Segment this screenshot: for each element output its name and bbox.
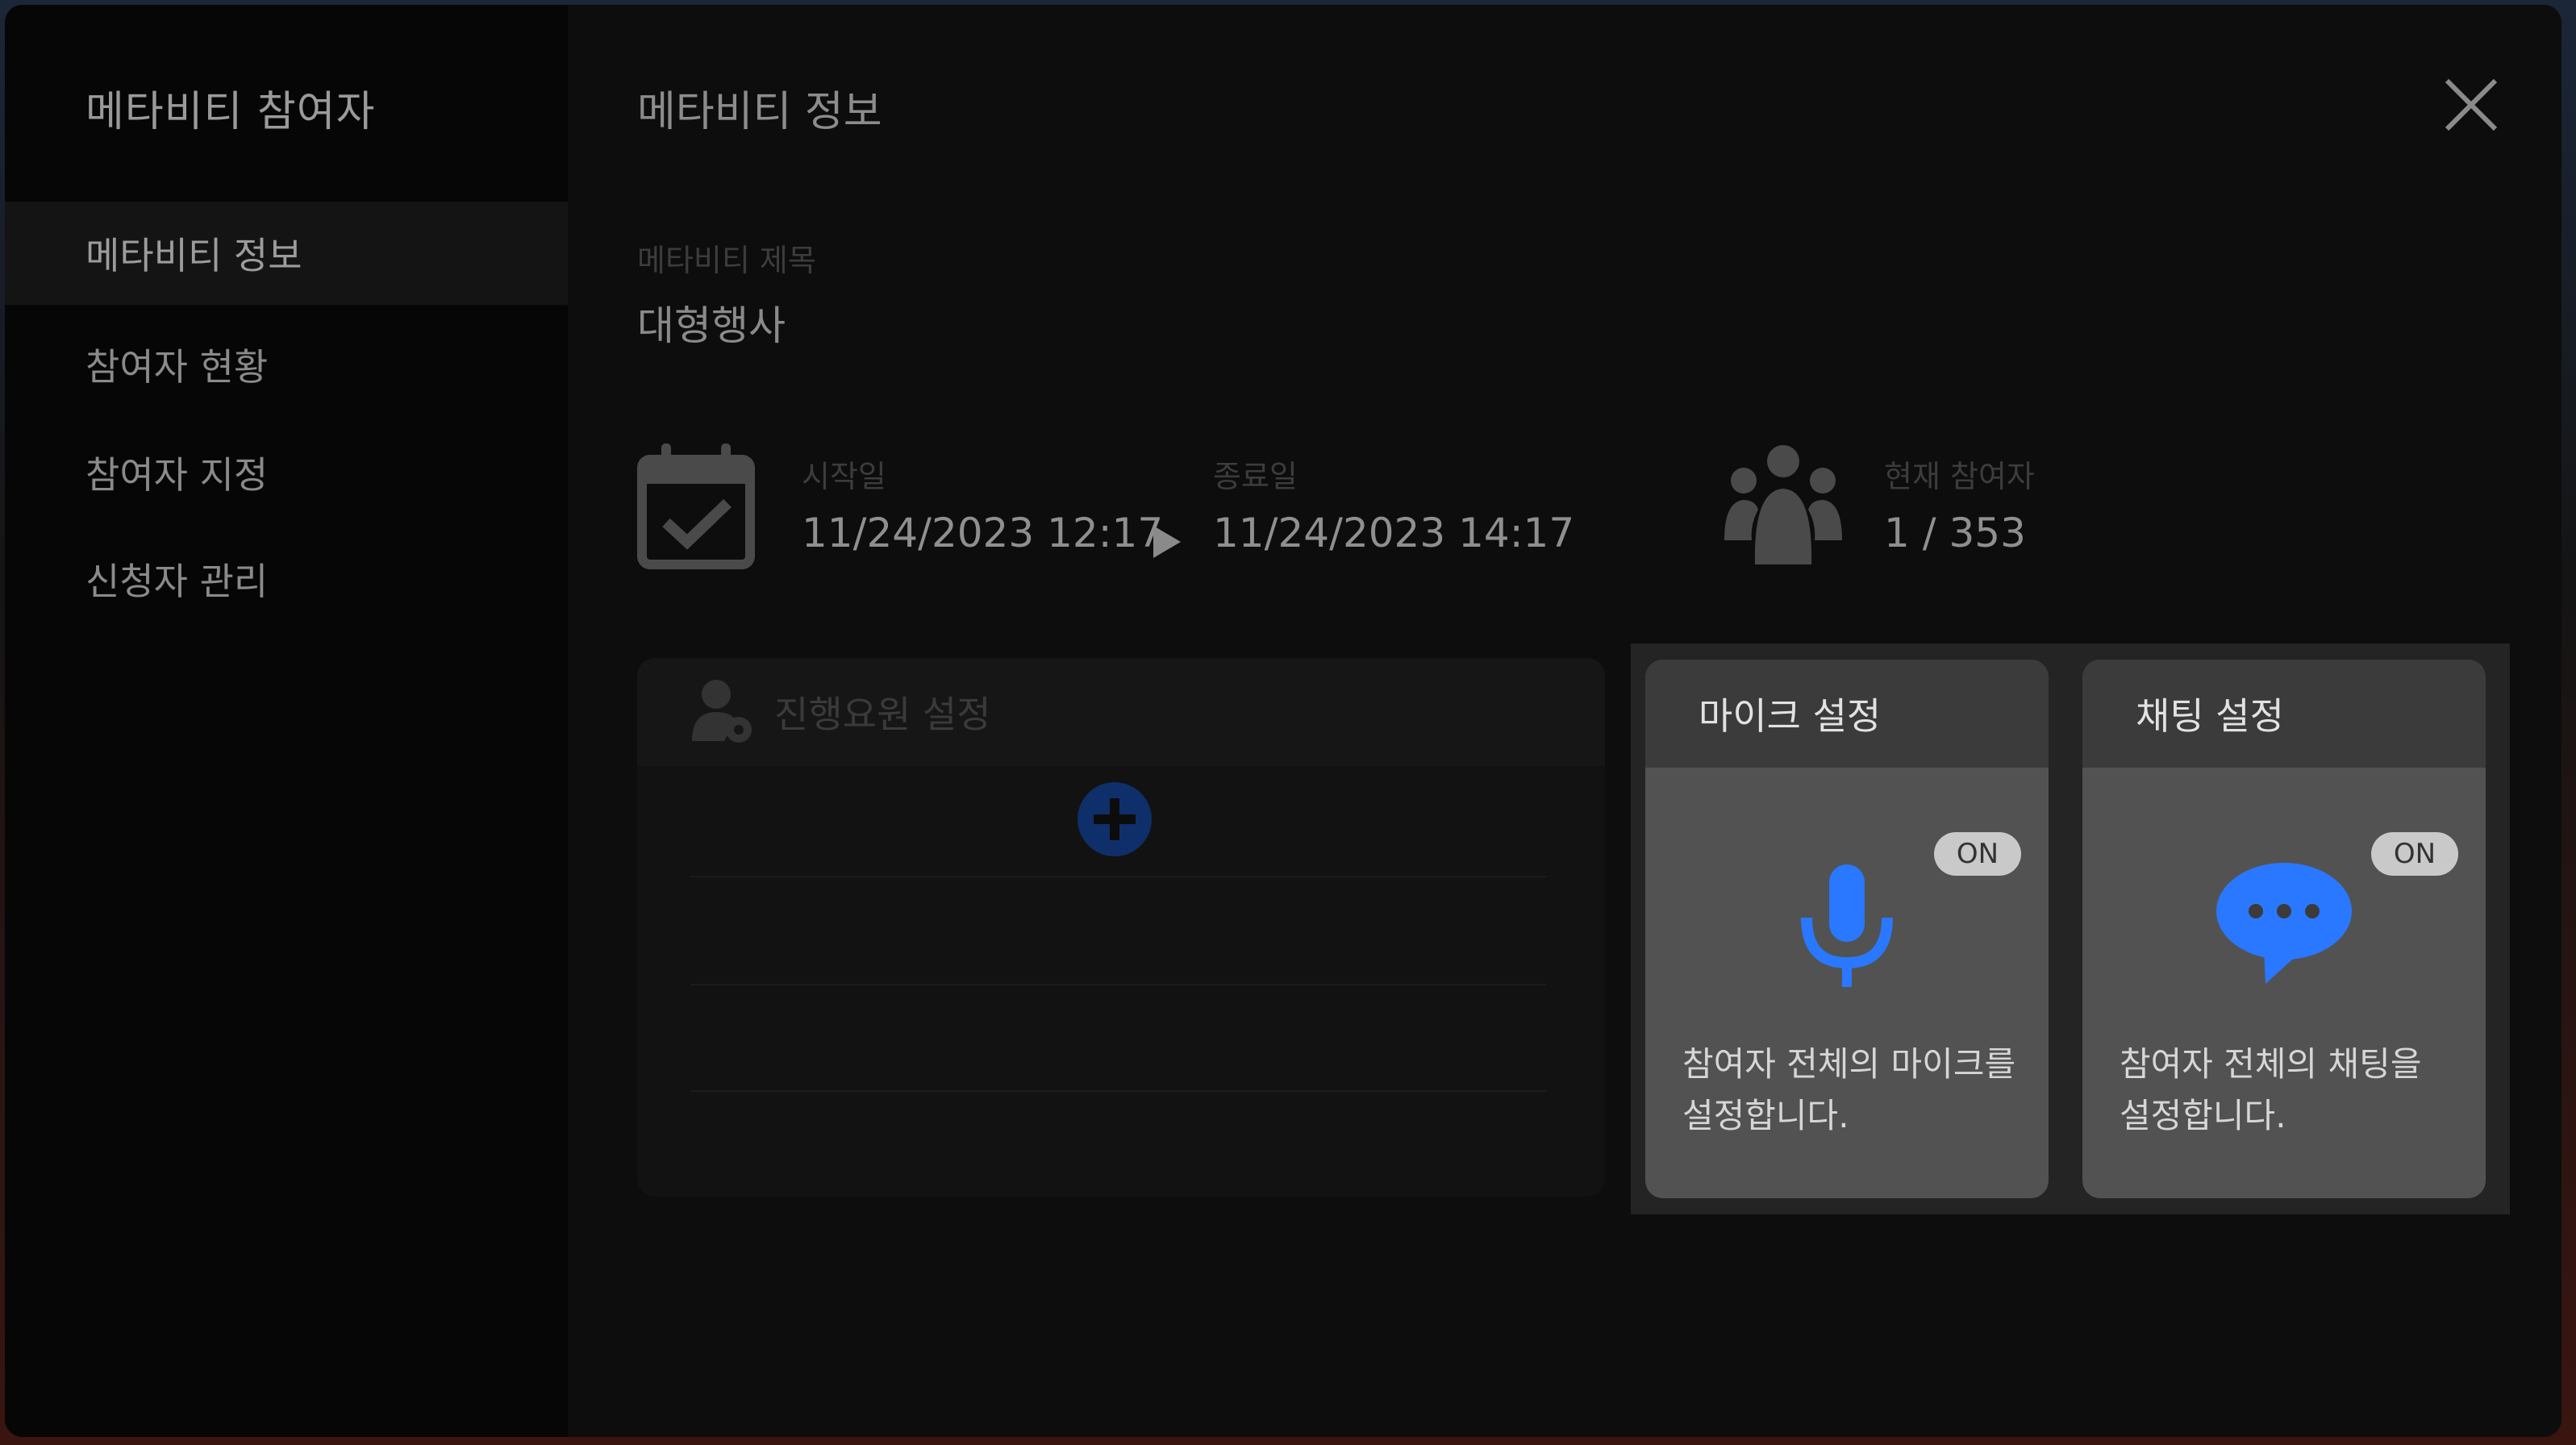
staff-row-divider [690,876,1547,877]
end-date-label: 종료일 [1213,459,1298,494]
chat-bubble-icon [2082,861,2486,987]
sidebar-item-label: 참여자 현황 [85,345,269,389]
mic-settings-description: 참여자 전체의 마이크를 설정합니다. [1682,1044,2016,1135]
main-content: 메타비티 정보 메타비티 제목 대형행사 시작일 11/24/2023 12:1… [568,5,2561,1437]
audio-chat-settings: 마이크 설정 ON 참여자 전체의 마이크를 설정합니다. 채팅 설정 ON 참… [1631,643,2510,1214]
start-date-label: 시작일 [802,459,886,494]
page-title: 메타비티 정보 [637,88,882,136]
metavity-info-modal: 메타비티 참여자 메타비티 정보 참여자 현황 참여자 지정 신청자 관리 메타… [5,5,2561,1437]
microphone-icon [1645,861,2049,990]
staff-settings-label: 진행요원 설정 [774,693,991,736]
user-gear-icon [692,680,752,743]
chat-settings-description: 참여자 전체의 채팅을 설정합니다. [2120,1044,2422,1135]
sidebar: 메타비티 참여자 메타비티 정보 참여자 현황 참여자 지정 신청자 관리 [5,5,568,1437]
sidebar-item-label: 신청자 관리 [85,560,269,603]
users-icon [1723,443,1844,568]
sidebar-item-label: 참여자 지정 [85,453,269,497]
chat-settings-title: 채팅 설정 [2082,660,2486,768]
current-participants-value: 1 / 353 [1884,510,2026,556]
staff-settings-panel: 진행요원 설정 [637,658,1605,1197]
sidebar-item-metavity-info[interactable]: 메타비티 정보 [5,202,568,305]
staff-row-divider [690,984,1547,985]
mic-settings-card[interactable]: 마이크 설정 ON 참여자 전체의 마이크를 설정합니다. [1645,660,2049,1198]
calendar-check-icon [637,442,755,573]
arrow-right-icon [1153,526,1181,561]
mic-settings-title: 마이크 설정 [1645,660,2049,768]
metavity-title-label: 메타비티 제목 [637,243,816,278]
plus-circle-icon [1078,782,1152,856]
staff-row-divider [690,1090,1547,1092]
metavity-title-value: 대형행사 [637,302,786,349]
sidebar-title: 메타비티 참여자 [85,88,376,136]
end-date-value: 11/24/2023 14:17 [1213,510,1575,556]
start-date-value: 11/24/2023 12:17 [802,510,1164,556]
close-button[interactable] [2442,76,2500,134]
sidebar-item-label: 메타비티 정보 [85,234,302,277]
current-participants-label: 현재 참여자 [1884,459,2035,494]
sidebar-item-participant-status[interactable]: 참여자 현황 [5,313,568,416]
chat-settings-card[interactable]: 채팅 설정 ON 참여자 전체의 채팅을 설정합니다. [2082,660,2486,1198]
staff-settings-header: 진행요원 설정 [637,658,1605,766]
close-icon [2445,78,2498,131]
sidebar-item-applicant-management[interactable]: 신청자 관리 [5,527,568,631]
add-staff-button[interactable] [1076,781,1153,858]
sidebar-item-participant-assign[interactable]: 참여자 지정 [5,421,568,524]
